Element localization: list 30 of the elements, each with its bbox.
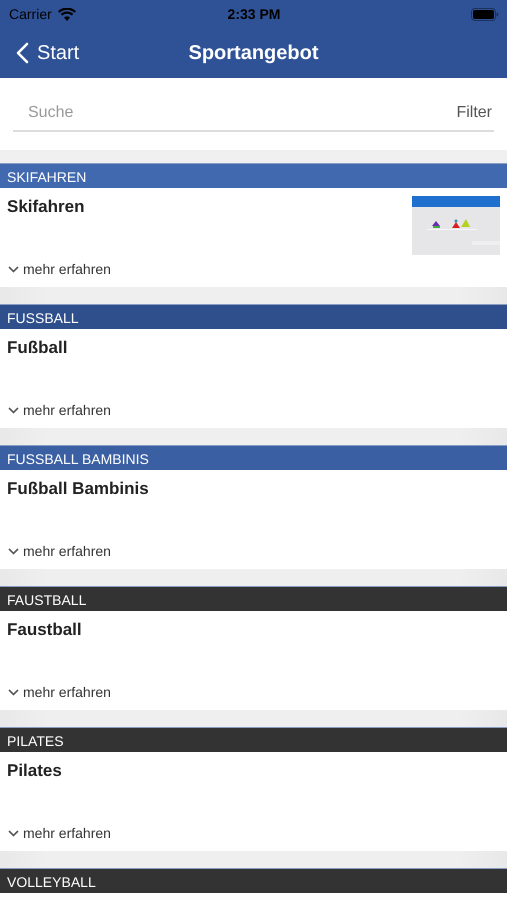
section-header: PILATES [0,727,507,752]
screen-title: Sportangebot [188,42,318,64]
more-link[interactable]: mehr erfahren [7,684,111,700]
chevron-down-icon [8,266,19,272]
filter-button[interactable]: Filter [456,104,494,122]
more-link[interactable]: mehr erfahren [7,825,111,841]
section-header: SKIFAHREN [0,163,507,188]
chevron-down-icon [8,830,19,836]
more-link[interactable]: mehr erfahren [7,261,111,277]
card-title: Fußball Bambinis [7,479,149,499]
card-title: Skifahren [7,197,86,217]
back-button[interactable]: Start [10,42,86,64]
card-title: Pilates [7,761,63,781]
chevron-down-icon [8,688,19,696]
chevron-down-icon [8,548,19,554]
search-field[interactable]: Suche [13,104,456,122]
card-title: Faustball [7,620,83,640]
battery-icon [470,8,499,20]
carrier-label: Carrier [9,6,52,22]
card-title: Fußball [7,338,68,358]
section-header: FUSSBALL [0,304,507,329]
more-link[interactable]: mehr erfahren [7,543,149,559]
section-header: VOLLEYBALL [0,868,507,893]
more-link[interactable]: mehr erfahren [7,402,111,418]
chevron-down-icon [8,406,19,414]
chevron-left-icon [16,42,29,64]
section-header: FUSSBALL BAMBINIS [0,445,507,470]
section-header: FAUSTBALL [0,586,507,611]
wifi-icon [58,8,76,20]
status-time: 2:33 PM [228,6,280,22]
